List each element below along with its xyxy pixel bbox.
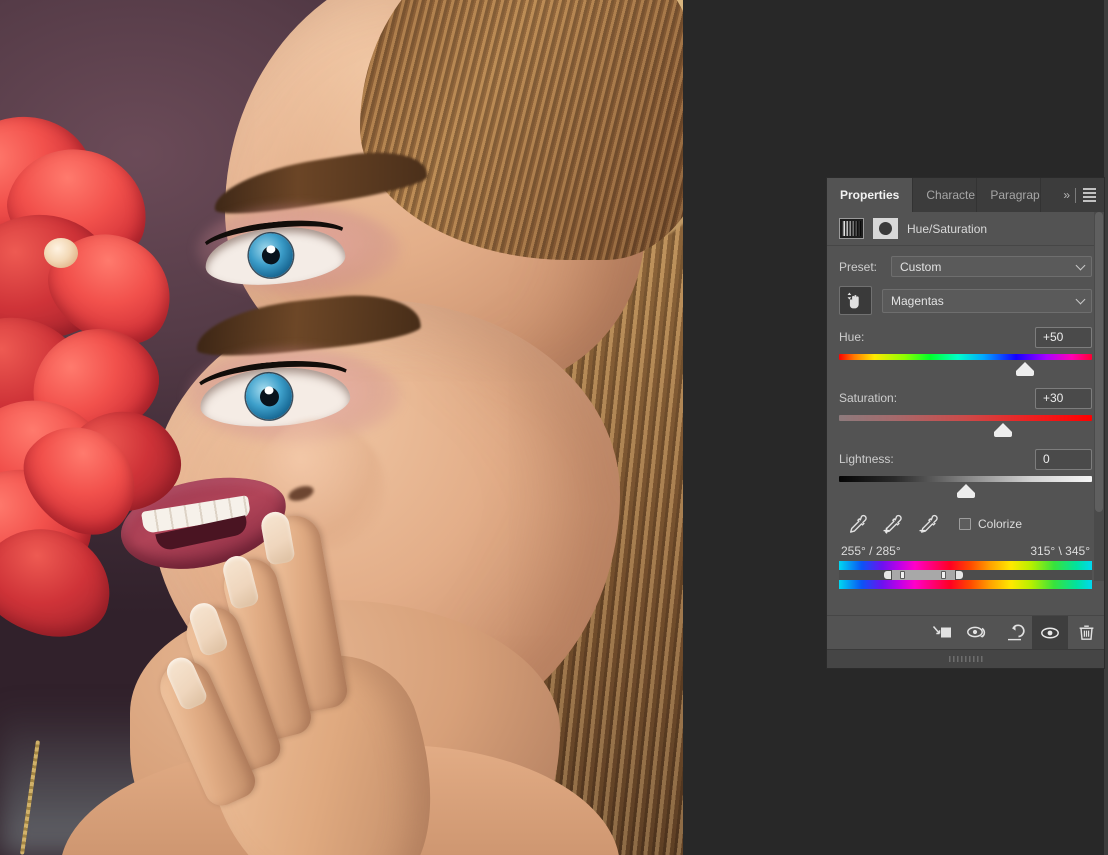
colorize-label: Colorize xyxy=(978,517,1023,531)
page-title: Hue/Saturation xyxy=(907,221,988,236)
hamburger-menu-icon[interactable] xyxy=(1083,186,1096,205)
color-range-degrees: 255° / 285° 315° \ 345° xyxy=(839,544,1092,558)
hue-label: Hue: xyxy=(839,330,865,344)
lightness-slider-track-wrap[interactable] xyxy=(839,476,1092,503)
color-range-handle-left[interactable] xyxy=(883,570,893,580)
lightness-slider-group: Lightness: 0 xyxy=(839,448,1092,503)
hue-slider-thumb[interactable] xyxy=(1015,362,1034,376)
color-range-falloff-left[interactable] xyxy=(900,571,906,579)
color-range-value: Magentas xyxy=(891,293,944,308)
range-row: Magentas xyxy=(839,286,1092,315)
tab-paragraph-label: Paragrap xyxy=(990,188,1040,202)
clip-to-layer-icon[interactable] xyxy=(924,616,960,649)
view-previous-state-icon[interactable] xyxy=(960,616,996,649)
tab-character-label: Characte xyxy=(926,188,976,202)
color-range-select[interactable]: Magentas xyxy=(882,288,1092,313)
tab-properties[interactable]: Properties xyxy=(827,178,914,212)
color-range-falloff-right[interactable] xyxy=(940,571,946,579)
panel-resize-grip[interactable] xyxy=(827,649,1104,668)
layer-mask-icon[interactable] xyxy=(873,218,898,239)
panel-scrollbar-thumb[interactable] xyxy=(1095,212,1103,512)
color-range-band[interactable] xyxy=(887,570,961,580)
properties-panel[interactable]: Properties Characte Paragrap » Hue/Satur… xyxy=(827,178,1104,668)
tab-paragraph[interactable]: Paragrap xyxy=(977,178,1042,212)
preset-value: Custom xyxy=(900,259,942,274)
saturation-label: Saturation: xyxy=(839,391,898,405)
lightness-value-input[interactable]: 0 xyxy=(1035,448,1092,470)
preset-select[interactable]: Custom xyxy=(891,256,1092,277)
panel-body: Preset: Custom Magentas Hue: +50 Saturat… xyxy=(827,246,1104,649)
preset-label: Preset: xyxy=(839,259,878,274)
tab-character[interactable]: Characte xyxy=(913,178,978,212)
saturation-slider-group: Saturation: +30 xyxy=(839,387,1092,442)
hue-value: +50 xyxy=(1043,330,1064,344)
tab-strip-spacer xyxy=(1041,178,1060,212)
saturation-value: +30 xyxy=(1043,391,1064,405)
chevron-down-icon xyxy=(1075,260,1086,270)
color-range-right-degrees: 315° \ 345° xyxy=(1030,544,1090,558)
picker-row: Colorize xyxy=(839,512,1092,536)
saturation-slider-thumb[interactable] xyxy=(994,423,1013,437)
preset-row: Preset: Custom xyxy=(839,256,1092,277)
color-range-slider[interactable] xyxy=(839,570,1092,580)
hue-slider-track[interactable] xyxy=(839,354,1092,360)
color-range-handle-right[interactable] xyxy=(955,570,965,580)
color-spectrum-bottom xyxy=(839,580,1092,589)
tab-properties-label: Properties xyxy=(840,188,900,202)
hand-targeted-adjustment-icon[interactable] xyxy=(839,286,872,315)
tab-strip-actions[interactable]: » xyxy=(1059,178,1104,212)
trash-icon[interactable] xyxy=(1068,616,1104,649)
panel-header[interactable]: Hue/Saturation xyxy=(827,212,1104,246)
color-range-left-degrees: 255° / 285° xyxy=(841,544,901,558)
colorize-checkbox-box[interactable] xyxy=(959,518,971,530)
panel-tab-strip[interactable]: Properties Characte Paragrap » xyxy=(827,178,1104,212)
eye-icon[interactable] xyxy=(1032,616,1068,649)
hue-value-input[interactable]: +50 xyxy=(1035,326,1092,348)
dock-edge xyxy=(1104,0,1108,855)
hue-slider-track-wrap[interactable] xyxy=(839,354,1092,381)
lightness-slider-track[interactable] xyxy=(839,476,1092,482)
colorize-checkbox[interactable]: Colorize xyxy=(959,517,1022,531)
chevron-down-icon xyxy=(1075,294,1086,304)
color-spectrum-top xyxy=(839,561,1092,570)
grip-dots-icon xyxy=(948,656,983,662)
hue-saturation-adjustment-icon[interactable] xyxy=(839,218,864,239)
lightness-slider-thumb[interactable] xyxy=(956,484,975,498)
saturation-slider-track[interactable] xyxy=(839,415,1092,421)
chevron-double-right-icon[interactable]: » xyxy=(1063,188,1070,202)
tab-divider xyxy=(1075,187,1076,203)
eyedropper-icon[interactable] xyxy=(839,512,875,536)
saturation-value-input[interactable]: +30 xyxy=(1035,387,1092,409)
panel-footer[interactable] xyxy=(827,615,1104,649)
eyedropper-plus-icon[interactable] xyxy=(875,512,911,536)
panel-scrollbar[interactable] xyxy=(1094,212,1104,581)
saturation-slider-track-wrap[interactable] xyxy=(839,415,1092,442)
hue-slider-group: Hue: +50 xyxy=(839,326,1092,381)
eyedropper-minus-icon[interactable] xyxy=(911,512,947,536)
lightness-label: Lightness: xyxy=(839,452,894,466)
reset-arrow-icon[interactable] xyxy=(996,616,1032,649)
document-image[interactable] xyxy=(0,0,683,855)
lightness-value: 0 xyxy=(1043,452,1050,466)
color-range-bars[interactable] xyxy=(839,561,1092,589)
